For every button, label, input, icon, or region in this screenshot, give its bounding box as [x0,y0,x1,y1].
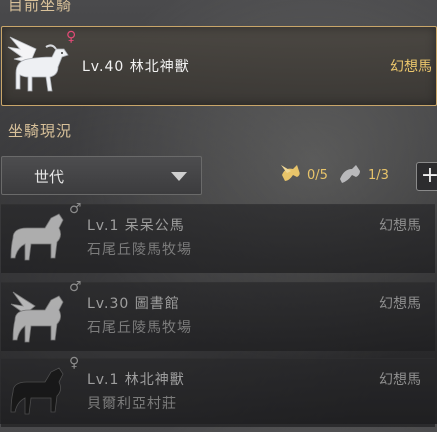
ground-mount-count: 1/3 [368,168,389,183]
mount-location: 貝爾利亞村莊 [87,396,177,412]
male-gender-icon: ♂ [69,201,82,217]
winged-mount-count: 0/5 [307,168,328,183]
dropdown-arrow-icon [171,172,187,181]
white-horse-portrait-icon [5,208,71,276]
generation-dropdown-label: 世代 [34,168,65,186]
male-gender-icon: ♂ [69,279,82,295]
female-gender-icon: ♀ [69,355,80,371]
pegasus-portrait-icon [6,31,72,99]
mount-status-heading: 坐騎現況 [8,122,73,140]
mount-list-item[interactable]: ♂ Lv.1 呆呆公馬 幻想馬 石尾丘陵馬牧場 [1,201,435,276]
winged-horse-icon [279,163,303,185]
current-mount-name: Lv.40 林北神獸 [82,59,190,75]
mount-name: Lv.1 林北神獸 [87,372,185,388]
black-horse-portrait-icon [5,362,71,430]
mount-type: 幻想馬 [379,372,421,388]
mount-name: Lv.30 圖書館 [87,296,180,312]
mount-location: 石尾丘陵馬牧場 [87,320,192,336]
current-mount-heading: 目前坐騎 [8,0,73,14]
add-mount-button[interactable]: + [416,162,437,191]
mount-list-item[interactable]: ♀ Lv.1 林北神獸 幻想馬 貝爾利亞村莊 [1,355,435,430]
generation-dropdown[interactable]: 世代 [1,156,202,195]
mount-name: Lv.1 呆呆公馬 [87,218,185,234]
ground-horse-icon [338,163,362,185]
mount-location: 石尾丘陵馬牧場 [87,242,192,258]
current-mount-card[interactable]: ♀ Lv.40 林北神獸 幻想馬 [1,26,437,106]
mount-type: 幻想馬 [379,296,421,312]
current-mount-type: 幻想馬 [390,59,432,75]
mount-type: 幻想馬 [379,218,421,234]
pegasus-portrait-icon [5,286,71,354]
mount-list-item[interactable]: ♂ Lv.30 圖書館 幻想馬 石尾丘陵馬牧場 [1,279,435,354]
female-gender-icon: ♀ [66,29,77,45]
